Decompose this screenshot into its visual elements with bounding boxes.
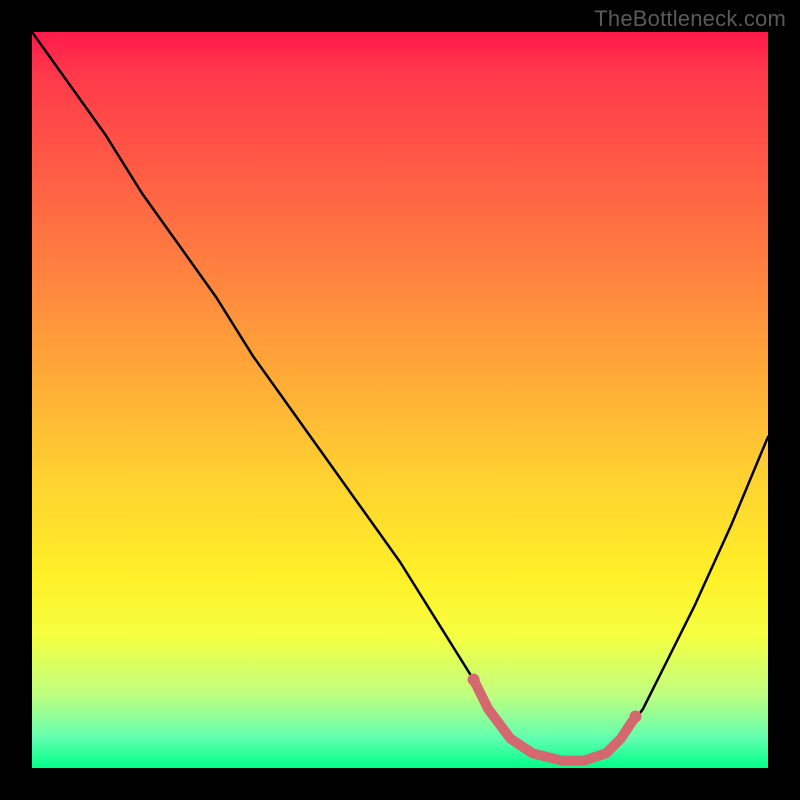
bottleneck-curve-path — [32, 32, 768, 761]
chart-container: TheBottleneck.com — [0, 0, 800, 800]
watermark-text: TheBottleneck.com — [594, 6, 786, 32]
curve-svg — [32, 32, 768, 768]
highlight-segment-path — [474, 680, 636, 761]
highlight-dot-right — [630, 710, 642, 722]
plot-area — [32, 32, 768, 768]
highlight-dot-left — [468, 674, 480, 686]
